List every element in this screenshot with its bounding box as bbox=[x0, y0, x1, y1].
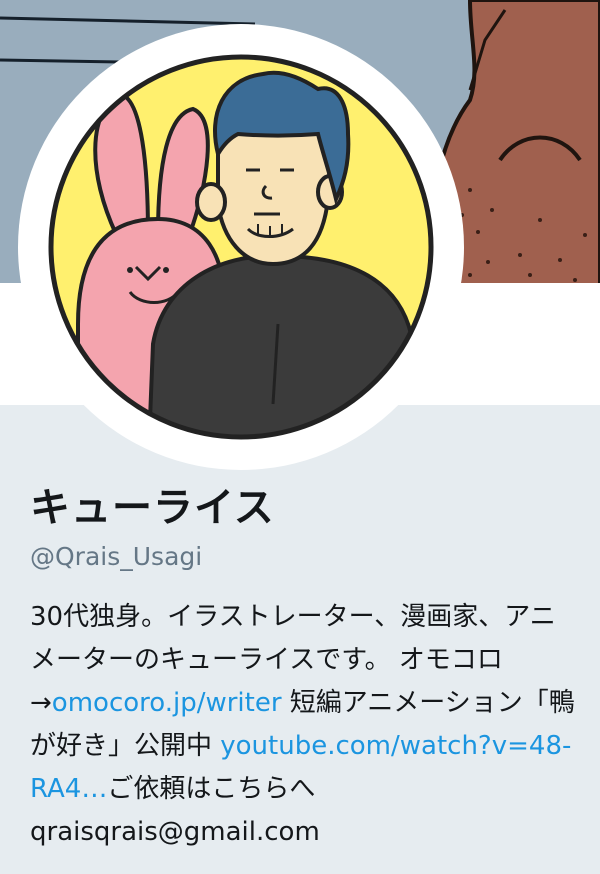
username-handle[interactable]: @Qrais_Usagi bbox=[30, 540, 575, 574]
profile-card: キューライス @Qrais_Usagi 30代独身。イラストレーター、漫画家、ア… bbox=[30, 478, 575, 854]
display-name[interactable]: キューライス bbox=[30, 478, 575, 538]
avatar-image bbox=[18, 24, 464, 470]
profile-bio: 30代独身。イラストレーター、漫画家、アニメーターのキューライスです。 オモコロ… bbox=[30, 596, 575, 854]
bio-link-omocoro[interactable]: omocoro.jp/writer bbox=[52, 688, 282, 718]
profile-avatar[interactable] bbox=[18, 24, 464, 470]
